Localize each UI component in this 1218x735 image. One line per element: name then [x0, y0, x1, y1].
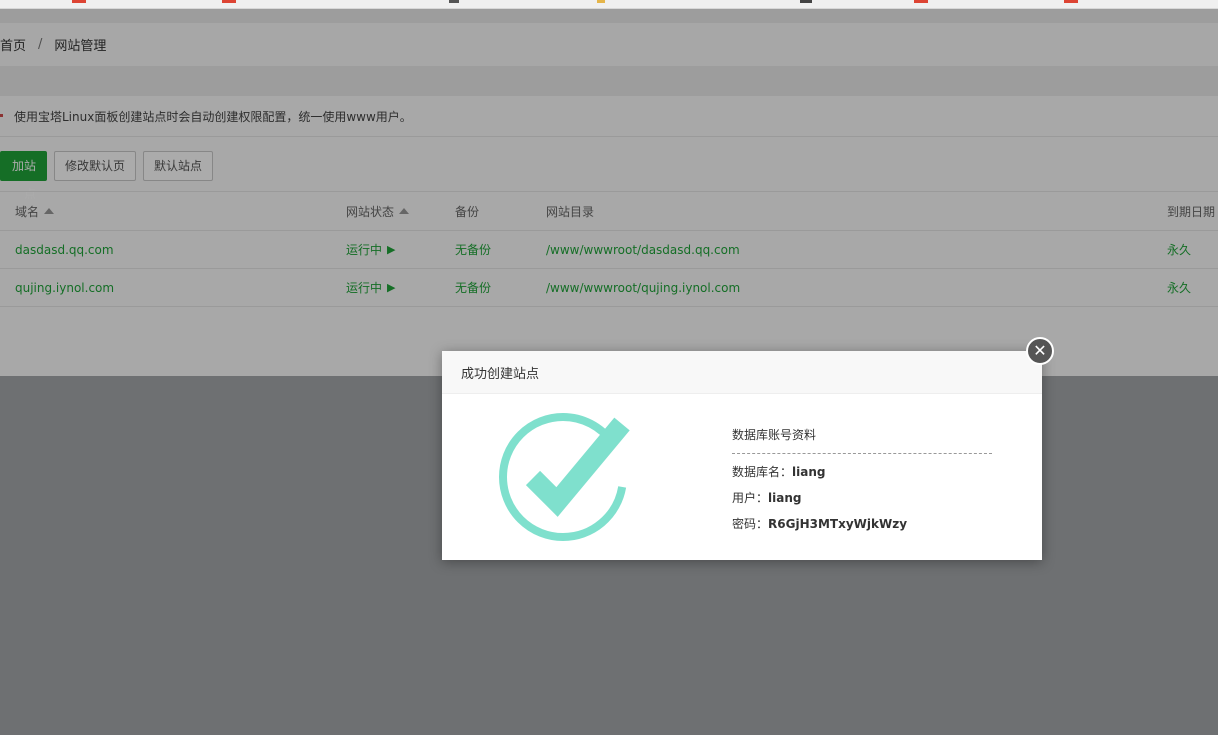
database-name-value: liang — [792, 465, 826, 479]
dialog-header: 成功创建站点 — [442, 351, 1042, 394]
database-name-row: 数据库名：liang — [732, 463, 992, 480]
bookmark-favicon[interactable] — [597, 0, 605, 3]
check-circle-icon — [497, 406, 632, 541]
create-site-success-dialog: 成功创建站点 ✕ 数据库账号资料 数据库名：liang 用户：liang 密码：… — [442, 337, 1054, 560]
database-password-row: 密码：R6GjH3MTxyWjkWzy — [732, 515, 992, 532]
bookmarks-bar — [0, 0, 1218, 9]
database-user-label: 用户： — [732, 491, 769, 505]
close-icon[interactable]: ✕ — [1026, 337, 1054, 365]
database-user-value: liang — [768, 491, 802, 505]
database-name-label: 数据库名： — [732, 465, 793, 479]
database-user-row: 用户：liang — [732, 489, 992, 506]
database-password-value: R6GjH3MTxyWjkWzy — [768, 517, 908, 531]
database-info: 数据库账号资料 数据库名：liang 用户：liang 密码：R6GjH3MTx… — [732, 426, 992, 532]
bookmark-favicon[interactable] — [72, 0, 86, 3]
dialog-title: 成功创建站点 — [461, 366, 540, 382]
bookmark-favicon[interactable] — [800, 0, 812, 3]
database-password-label: 密码： — [732, 517, 769, 531]
bookmark-favicon[interactable] — [222, 0, 236, 3]
database-info-title: 数据库账号资料 — [732, 426, 992, 454]
bookmark-favicon[interactable] — [1064, 0, 1078, 3]
bookmark-favicon[interactable] — [914, 0, 928, 3]
bookmark-favicon[interactable] — [449, 0, 459, 3]
